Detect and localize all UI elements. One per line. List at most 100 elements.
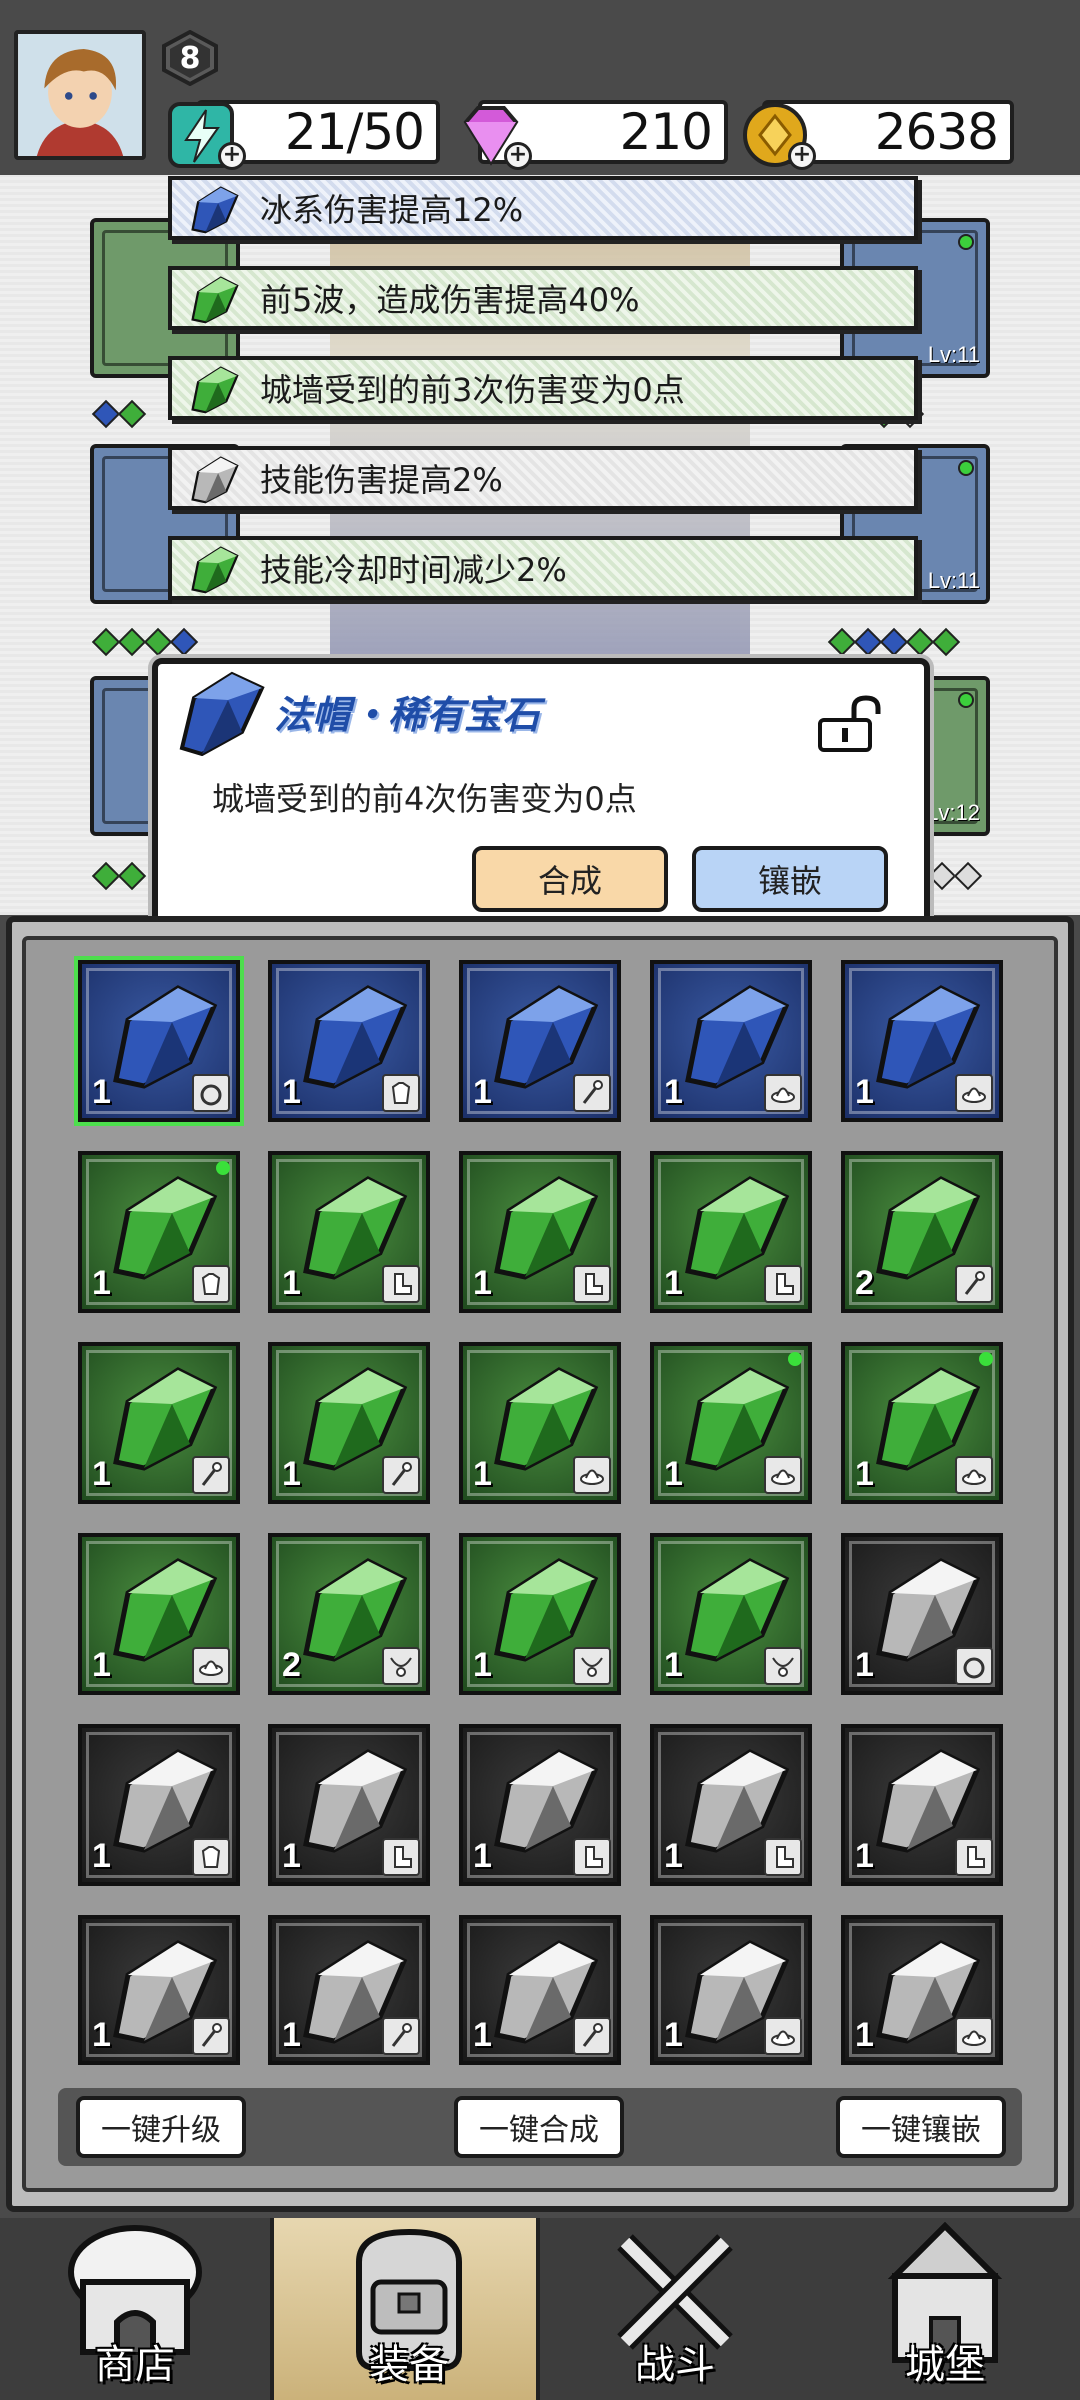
- inventory-gem-slot[interactable]: 1: [459, 1915, 621, 2065]
- inventory-gem-slot[interactable]: 1: [78, 1915, 240, 2065]
- staff-icon: [573, 2017, 611, 2055]
- unlock-icon[interactable]: [814, 694, 884, 754]
- inventory-gem-slot[interactable]: 1: [268, 1915, 430, 2065]
- socket-row-right-2: [827, 627, 961, 657]
- gem-count: 1: [92, 1264, 111, 1302]
- armor-icon: [382, 1074, 420, 1112]
- gem-count: 1: [855, 1455, 874, 1493]
- embed-button[interactable]: 镶嵌: [692, 846, 888, 912]
- inventory-gem-slot[interactable]: 1: [78, 1533, 240, 1695]
- blue-gem-icon: [172, 668, 268, 757]
- level-number: 8: [179, 40, 201, 76]
- bonus-text: 技能冷却时间减少2%: [260, 551, 567, 589]
- gem-count: 1: [473, 1264, 492, 1302]
- gem-count: 1: [664, 1646, 683, 1684]
- socket-row-left-3: [91, 861, 147, 891]
- boot-icon: [764, 1838, 802, 1876]
- inventory-gem-slot[interactable]: 1: [459, 1151, 621, 1313]
- level-badge: 8: [160, 30, 220, 86]
- inventory-gem-slot[interactable]: 1: [268, 1342, 430, 1504]
- staff-icon: [382, 1456, 420, 1494]
- gem-count: 1: [855, 2016, 874, 2054]
- inventory-gem-slot[interactable]: 1: [650, 1724, 812, 1886]
- gem-count: 1: [92, 1646, 111, 1684]
- merge-button[interactable]: 合成: [472, 846, 668, 912]
- necklace-icon: [573, 1647, 611, 1685]
- gem-count: 1: [855, 1073, 874, 1111]
- inventory-gem-slot[interactable]: 1: [650, 960, 812, 1122]
- player-avatar[interactable]: [14, 30, 146, 160]
- nav-battle-label: 战斗: [635, 2342, 715, 2388]
- inventory-gem-slot[interactable]: 2: [841, 1151, 1003, 1313]
- inventory-gem-slot[interactable]: 1: [841, 1915, 1003, 2065]
- nav-equip[interactable]: 装备: [270, 2218, 540, 2400]
- socket-row-left-1: [91, 399, 147, 429]
- inventory-gem-slot[interactable]: 1: [650, 1915, 812, 2065]
- nav-castle[interactable]: 城堡: [810, 2218, 1080, 2400]
- inventory-gem-slot[interactable]: 1: [268, 960, 430, 1122]
- armor-icon: [192, 1265, 230, 1303]
- inventory-gem-slot[interactable]: 2: [268, 1533, 430, 1695]
- new-indicator: [788, 1352, 802, 1366]
- inventory-gem-slot[interactable]: 1: [268, 1724, 430, 1886]
- bonus-text: 冰系伤害提高12%: [260, 191, 524, 229]
- gem-count: 1: [282, 1073, 301, 1111]
- boot-icon: [764, 1265, 802, 1303]
- new-indicator: [979, 1352, 993, 1366]
- inventory-gem-slot[interactable]: 1: [650, 1533, 812, 1695]
- gem-count: 1: [282, 1264, 301, 1302]
- inventory-gem-slot[interactable]: 1: [78, 960, 240, 1122]
- gem-count: 1: [282, 1837, 301, 1875]
- green-gem-icon: [186, 364, 242, 414]
- coin-add-button[interactable]: +: [788, 142, 816, 170]
- slot-level: Lv:11: [927, 568, 980, 593]
- gem-count: 2: [855, 1264, 874, 1302]
- nav-shop[interactable]: 商店: [0, 2218, 270, 2400]
- hat-icon: [764, 1074, 802, 1112]
- hat-icon: [573, 1456, 611, 1494]
- embed-all-button[interactable]: 一键镶嵌: [836, 2096, 1006, 2158]
- nav-battle[interactable]: 战斗: [540, 2218, 810, 2400]
- new-indicator: [958, 692, 974, 708]
- staff-icon: [573, 1074, 611, 1112]
- nav-castle-label: 城堡: [905, 2342, 985, 2388]
- necklace-icon: [764, 1647, 802, 1685]
- boot-icon: [573, 1838, 611, 1876]
- nav-shop-label: 商店: [95, 2342, 175, 2388]
- energy-add-button[interactable]: +: [218, 142, 246, 170]
- gem-count: 1: [92, 1837, 111, 1875]
- bonus-row: 技能伤害提高2%: [168, 446, 918, 510]
- socket-row-right-3: [927, 861, 983, 891]
- gem-add-button[interactable]: +: [504, 142, 532, 170]
- gem-count: 1: [855, 1646, 874, 1684]
- necklace-icon: [382, 1647, 420, 1685]
- inventory-gem-slot[interactable]: 1: [650, 1342, 812, 1504]
- inventory-gem-slot[interactable]: 1: [650, 1151, 812, 1313]
- inventory-gem-slot[interactable]: 1: [841, 1724, 1003, 1886]
- upgrade-all-button[interactable]: 一键升级: [76, 2096, 246, 2158]
- inventory-gem-slot[interactable]: 1: [841, 960, 1003, 1122]
- inventory-gem-slot[interactable]: 1: [268, 1151, 430, 1313]
- inventory-gem-slot[interactable]: 1: [459, 1533, 621, 1695]
- merge-all-button[interactable]: 一键合成: [454, 2096, 624, 2158]
- inventory-gem-slot[interactable]: 1: [841, 1342, 1003, 1504]
- staff-icon: [192, 2017, 230, 2055]
- gem-detail-popup: 法帽・稀有宝石 城墙受到的前4次伤害变为0点 合成 镶嵌: [152, 658, 930, 938]
- bonus-row: 技能冷却时间减少2%: [168, 536, 918, 600]
- inventory-gem-slot[interactable]: 1: [78, 1151, 240, 1313]
- hat-icon: [764, 2017, 802, 2055]
- gem-count: 1: [92, 2016, 111, 2054]
- bonus-text: 技能伤害提高2%: [260, 461, 503, 499]
- inventory-gem-slot[interactable]: 1: [78, 1342, 240, 1504]
- inventory-gem-slot[interactable]: 1: [459, 1724, 621, 1886]
- hat-icon: [955, 1456, 993, 1494]
- gem-count: 1: [92, 1455, 111, 1493]
- boot-icon: [573, 1265, 611, 1303]
- slot-level: Lv:11: [927, 342, 980, 367]
- armor-icon: [192, 1838, 230, 1876]
- inventory-gem-slot[interactable]: 1: [78, 1724, 240, 1886]
- inventory-gem-slot[interactable]: 1: [841, 1533, 1003, 1695]
- nav-equip-label: 装备: [369, 2342, 449, 2388]
- inventory-gem-slot[interactable]: 1: [459, 1342, 621, 1504]
- inventory-gem-slot[interactable]: 1: [459, 960, 621, 1122]
